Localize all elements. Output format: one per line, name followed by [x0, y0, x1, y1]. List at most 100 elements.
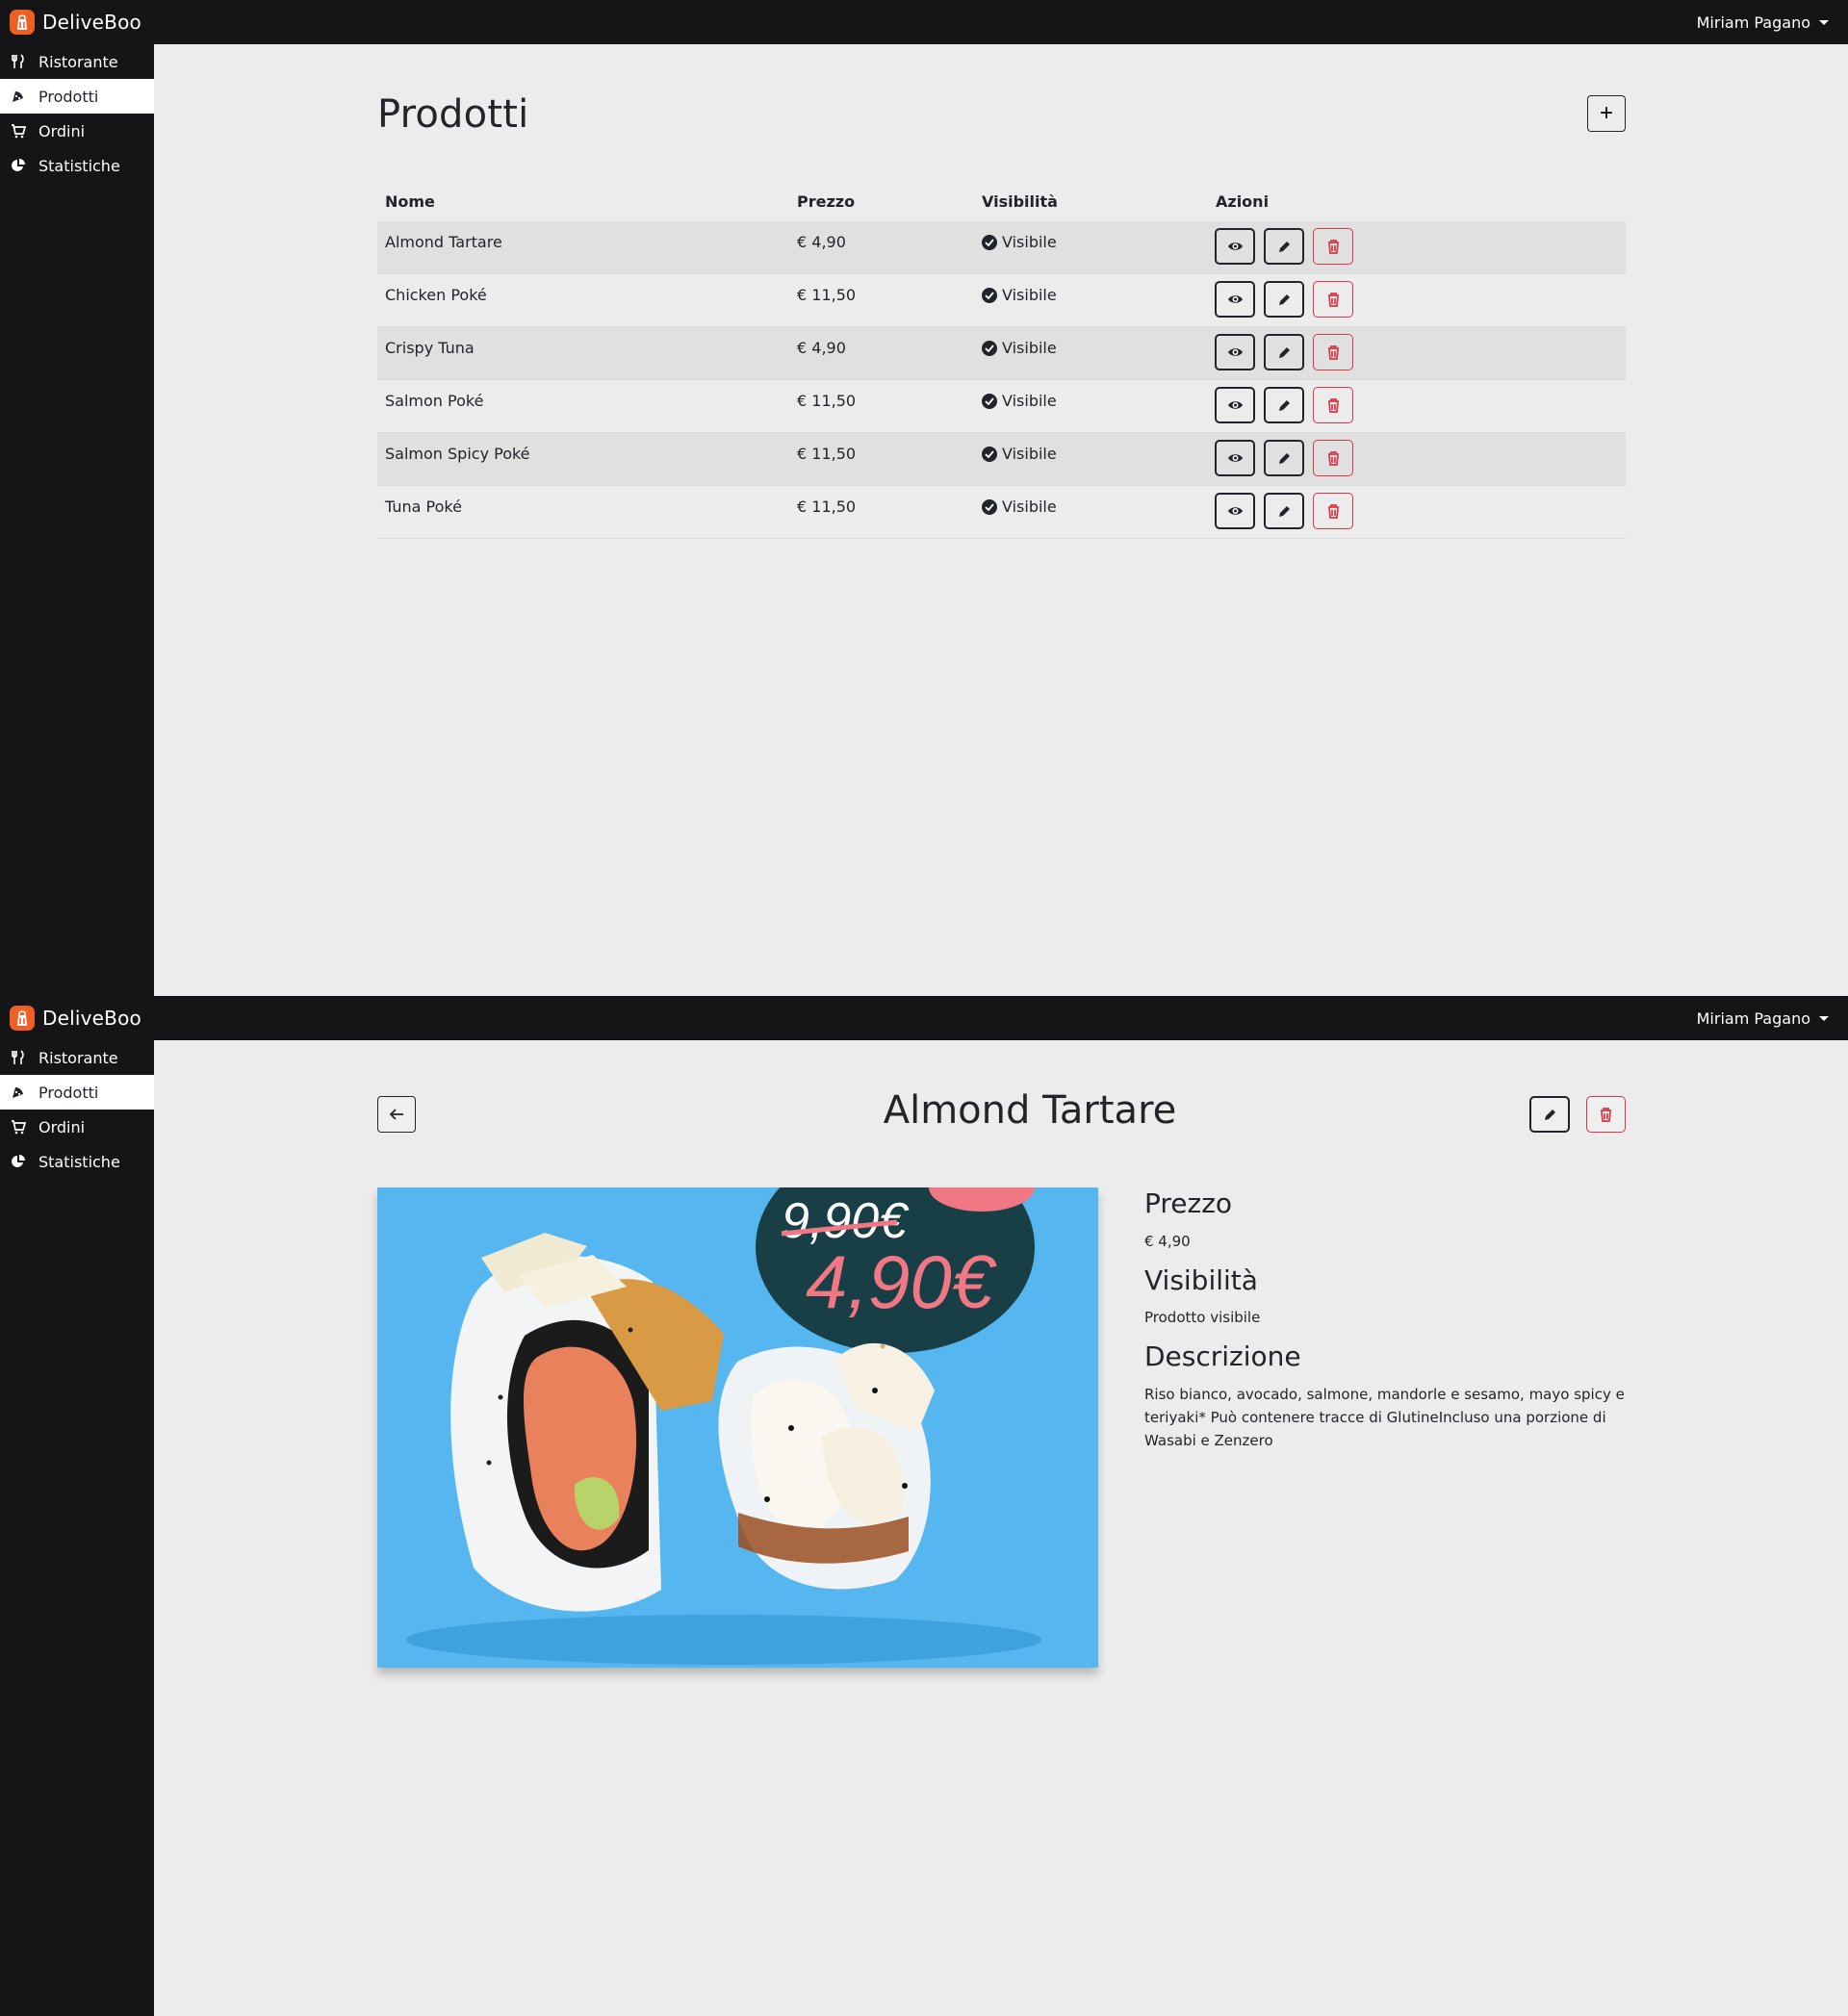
- product-detail-screen: DeliveBoo Miriam Pagano Ristorante Prodo…: [0, 996, 1848, 2016]
- check-circle-icon: [982, 393, 997, 409]
- visibility-label: Visibile: [1002, 392, 1057, 410]
- pizza-slice-icon: [13, 1087, 23, 1098]
- column-header-actions: Azioni: [1216, 192, 1270, 211]
- eye-icon: [1227, 454, 1243, 462]
- sidebar-item-statistiche[interactable]: Statistiche: [0, 1144, 154, 1179]
- edit-product-button[interactable]: [1264, 228, 1304, 265]
- product-image: 9,90€ 4,90€: [377, 1187, 1098, 1668]
- cart-icon: [12, 1120, 26, 1135]
- pencil-icon: [1278, 293, 1290, 305]
- row-actions: [1215, 387, 1353, 423]
- visibility-status: Visibile: [982, 286, 1057, 304]
- delete-product-button[interactable]: [1313, 387, 1353, 423]
- edit-product-button[interactable]: [1264, 493, 1304, 529]
- eye-icon: [1227, 507, 1243, 515]
- caret-down-icon: [1819, 20, 1829, 25]
- row-actions: [1215, 334, 1353, 370]
- table-row: Chicken Poké € 11,50 Visibile: [377, 274, 1626, 327]
- brand-link[interactable]: DeliveBoo: [10, 1006, 141, 1031]
- delete-product-button[interactable]: [1313, 228, 1353, 265]
- view-product-button[interactable]: [1215, 228, 1255, 265]
- top-navbar: DeliveBoo Miriam Pagano: [0, 0, 1848, 44]
- check-circle-icon: [982, 340, 997, 356]
- product-price: € 11,50: [797, 445, 857, 463]
- delete-product-button[interactable]: [1313, 493, 1353, 529]
- sidebar-item-label: Ordini: [38, 1117, 86, 1136]
- column-header-price: Prezzo: [797, 192, 856, 211]
- product-price: € 11,50: [797, 498, 857, 516]
- sidebar-item-statistiche[interactable]: Statistiche: [0, 148, 154, 183]
- edit-product-button[interactable]: [1264, 387, 1304, 423]
- back-button[interactable]: [377, 1096, 416, 1133]
- edit-product-button[interactable]: [1264, 281, 1304, 318]
- user-menu[interactable]: Miriam Pagano: [1697, 1009, 1829, 1028]
- pencil-icon: [1278, 399, 1290, 411]
- trash-icon: [1601, 1107, 1611, 1122]
- visibility-label: Visibile: [1002, 339, 1057, 357]
- sidebar-item-label: Statistiche: [38, 156, 120, 175]
- visibility-status: Visibile: [982, 339, 1057, 357]
- eye-icon: [1227, 348, 1243, 356]
- top-navbar: DeliveBoo Miriam Pagano: [0, 996, 1848, 1040]
- table-row: Salmon Poké € 11,50 Visibile: [377, 380, 1626, 433]
- pizza-slice-icon: [13, 91, 23, 102]
- view-product-button[interactable]: [1215, 387, 1255, 423]
- sidebar-item-label: Prodotti: [38, 1083, 99, 1102]
- product-price: € 4,90: [797, 339, 846, 357]
- sidebar-item-prodotti[interactable]: Prodotti: [0, 1075, 154, 1110]
- edit-product-button[interactable]: [1264, 334, 1304, 370]
- view-product-button[interactable]: [1215, 440, 1255, 476]
- trash-icon: [1327, 450, 1339, 466]
- description-heading: Descrizione: [1144, 1340, 1301, 1373]
- sidebar: Ristorante Prodotti Ordini Statistiche: [0, 44, 154, 996]
- edit-product-button[interactable]: [1264, 440, 1304, 476]
- eye-icon: [1227, 242, 1243, 250]
- product-description: Riso bianco, avocado, salmone, mandorle …: [1144, 1385, 1625, 1449]
- edit-product-button[interactable]: [1529, 1096, 1570, 1133]
- visibility-status: Visibile: [982, 233, 1057, 251]
- table-row: Tuna Poké € 11,50 Visibile: [377, 486, 1626, 539]
- row-actions: [1215, 281, 1353, 318]
- sidebar-item-ordini[interactable]: Ordini: [0, 1110, 154, 1144]
- view-product-button[interactable]: [1215, 334, 1255, 370]
- view-product-button[interactable]: [1215, 493, 1255, 529]
- product-price: € 11,50: [797, 392, 857, 410]
- delete-product-button[interactable]: [1313, 281, 1353, 318]
- column-header-visibility: Visibilità: [982, 192, 1058, 211]
- product-title: Almond Tartare: [883, 1088, 1177, 1133]
- visibility-label: Visibile: [1002, 233, 1057, 251]
- sidebar-item-prodotti[interactable]: Prodotti: [0, 79, 154, 114]
- user-name: Miriam Pagano: [1696, 13, 1810, 32]
- sushi-roll-image: 9,90€ 4,90€: [377, 1187, 1098, 1668]
- delete-product-button[interactable]: [1313, 440, 1353, 476]
- delete-product-button[interactable]: [1586, 1096, 1626, 1133]
- visibility-status: Visibile: [982, 498, 1057, 516]
- brand-link[interactable]: DeliveBoo: [10, 10, 141, 35]
- visibility-status: Visibile: [982, 445, 1057, 463]
- sidebar-item-ristorante[interactable]: Ristorante: [0, 44, 154, 79]
- delivery-bag-logo-icon: [10, 10, 35, 35]
- product-visibility: Prodotto visibile: [1144, 1309, 1261, 1327]
- trash-icon: [1327, 239, 1339, 254]
- table-row: Crispy Tuna € 4,90 Visibile: [377, 327, 1626, 380]
- trash-icon: [1327, 345, 1339, 360]
- add-product-button[interactable]: +: [1587, 95, 1626, 132]
- row-actions: [1215, 493, 1353, 529]
- product-name: Almond Tartare: [385, 233, 502, 251]
- arrow-left-icon: [389, 1109, 403, 1120]
- product-name: Salmon Poké: [385, 392, 484, 410]
- product-price: € 4,90: [797, 233, 846, 251]
- trash-icon: [1327, 397, 1339, 413]
- sidebar-item-ordini[interactable]: Ordini: [0, 114, 154, 148]
- delete-product-button[interactable]: [1313, 334, 1353, 370]
- view-product-button[interactable]: [1215, 281, 1255, 318]
- eye-icon: [1227, 401, 1243, 409]
- sidebar-item-ristorante[interactable]: Ristorante: [0, 1040, 154, 1075]
- visibility-heading: Visibilità: [1144, 1263, 1258, 1296]
- sidebar-item-label: Prodotti: [38, 87, 99, 106]
- user-menu[interactable]: Miriam Pagano: [1697, 13, 1829, 32]
- user-name: Miriam Pagano: [1696, 1008, 1810, 1028]
- row-actions: [1215, 440, 1353, 476]
- page-title: Prodotti: [377, 92, 529, 137]
- cart-icon: [12, 124, 26, 139]
